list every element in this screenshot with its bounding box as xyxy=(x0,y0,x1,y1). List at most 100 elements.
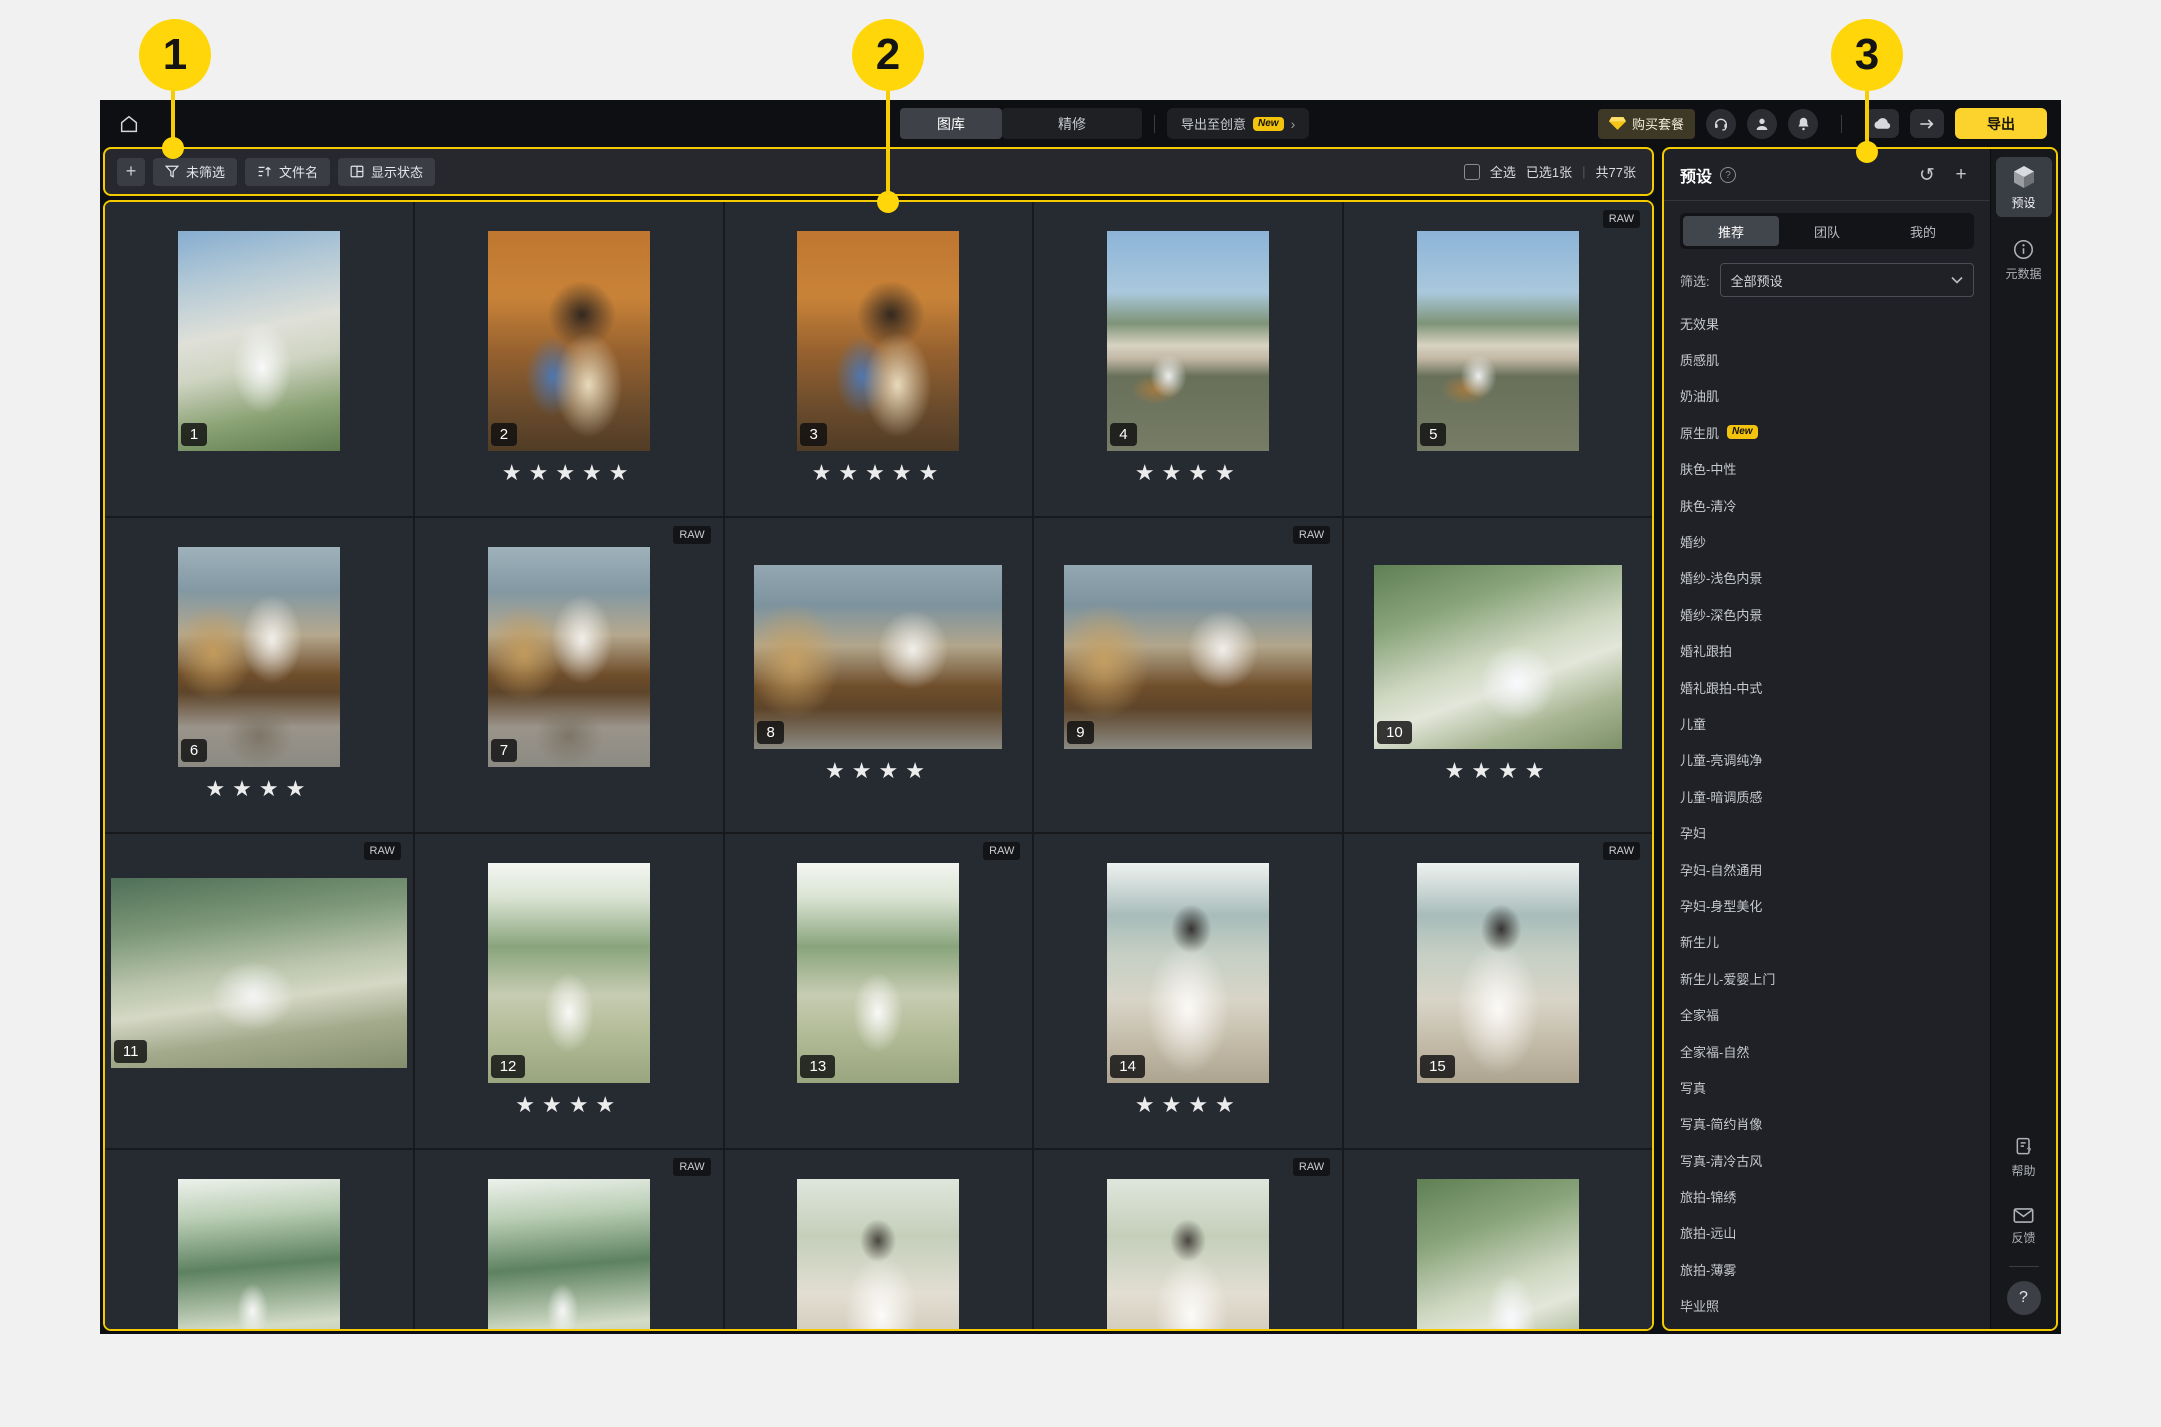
photo-cell-19[interactable]: RAW19 xyxy=(1034,1150,1342,1331)
photo-cell-12[interactable]: 12 ★★★★ xyxy=(415,834,723,1148)
photo-cell-13[interactable]: RAW13 xyxy=(725,834,1033,1148)
photo-cell-2[interactable]: 2 ★★★★★ xyxy=(415,202,723,516)
preset-item[interactable]: 儿童-暗调质感 xyxy=(1680,778,1974,814)
photo-cell-7[interactable]: RAW7 xyxy=(415,518,723,832)
photo-thumbnail-5[interactable]: 5 xyxy=(1417,231,1579,451)
photo-thumbnail-8[interactable]: 8 xyxy=(754,565,1002,749)
photo-thumbnail-14[interactable]: 14 xyxy=(1107,863,1269,1083)
photo-cell-5[interactable]: RAW5 xyxy=(1344,202,1652,516)
star-rating[interactable]: ★★★★ xyxy=(1135,1092,1242,1120)
preset-item[interactable]: 孕妇-身型美化 xyxy=(1680,887,1974,923)
preset-item[interactable]: 毕业照 xyxy=(1680,1288,1974,1324)
display-status-button[interactable]: 显示状态 xyxy=(338,158,435,186)
photo-thumbnail-6[interactable]: 6 xyxy=(178,547,340,767)
preset-item[interactable]: 写真-简约肖像 xyxy=(1680,1106,1974,1142)
photo-cell-17[interactable]: RAW17 xyxy=(415,1150,723,1331)
photo-cell-6[interactable]: 6 ★★★★ xyxy=(105,518,413,832)
photo-thumbnail-13[interactable]: 13 xyxy=(797,863,959,1083)
presets-tab-team[interactable]: 团队 xyxy=(1779,216,1875,246)
photo-cell-10[interactable]: 10 ★★★★ xyxy=(1344,518,1652,832)
preset-item[interactable]: 婚纱-浅色内景 xyxy=(1680,560,1974,596)
photo-cell-4[interactable]: 4 ★★★★ xyxy=(1034,202,1342,516)
star-rating[interactable]: ★★★★ xyxy=(1135,460,1242,488)
account-button[interactable] xyxy=(1747,109,1777,139)
preset-item[interactable]: 婚纱 xyxy=(1680,523,1974,559)
preset-item[interactable]: 写真 xyxy=(1680,1069,1974,1105)
photo-thumbnail-10[interactable]: 10 xyxy=(1374,565,1622,749)
reset-icon[interactable]: ↺ xyxy=(1914,164,1940,187)
preset-item[interactable]: 奶油肌 xyxy=(1680,378,1974,414)
photo-cell-11[interactable]: RAW11 xyxy=(105,834,413,1148)
preset-item[interactable]: 原生肌New xyxy=(1680,414,1974,450)
preset-item[interactable]: 肤色-清冷 xyxy=(1680,487,1974,523)
rail-item-metadata[interactable]: 元数据 xyxy=(1996,231,2052,288)
home-button[interactable] xyxy=(114,109,144,139)
photo-thumbnail-15[interactable]: 15 xyxy=(1417,863,1579,1083)
photo-cell-3[interactable]: 3 ★★★★★ xyxy=(725,202,1033,516)
export-to-creative-button[interactable]: 导出至创意 New › xyxy=(1167,108,1309,139)
preset-item[interactable]: 旅拍-薄雾 xyxy=(1680,1251,1974,1287)
rail-item-presets[interactable]: 预设 xyxy=(1996,157,2052,217)
star-rating[interactable]: ★★★★ xyxy=(515,1092,622,1120)
preset-item[interactable]: 旅拍-远山 xyxy=(1680,1215,1974,1251)
filter-button[interactable]: 未筛选 xyxy=(153,158,237,186)
photo-thumbnail-2[interactable]: 2 xyxy=(488,231,650,451)
preset-item[interactable]: 婚纱-深色内景 xyxy=(1680,596,1974,632)
preset-item[interactable]: 全家福-自然 xyxy=(1680,1033,1974,1069)
notifications-button[interactable] xyxy=(1788,109,1818,139)
preset-filter-select[interactable]: 全部预设 xyxy=(1720,263,1974,297)
photo-cell-9[interactable]: RAW9 xyxy=(1034,518,1342,832)
presets-tab-mine[interactable]: 我的 xyxy=(1875,216,1971,246)
cloud-sync-button[interactable] xyxy=(1865,109,1899,138)
preset-item[interactable]: 孕妇 xyxy=(1680,814,1974,850)
photo-cell-14[interactable]: 14 ★★★★ xyxy=(1034,834,1342,1148)
star-rating[interactable]: ★★★★ xyxy=(825,758,932,786)
photo-thumbnail-11[interactable]: 11 xyxy=(111,878,407,1068)
photo-thumbnail-3[interactable]: 3 xyxy=(797,231,959,451)
preset-item[interactable]: 婚礼跟拍 xyxy=(1680,633,1974,669)
preset-item[interactable]: 孕妇-自然通用 xyxy=(1680,851,1974,887)
support-button[interactable] xyxy=(1706,109,1736,139)
help-circle-icon[interactable]: ? xyxy=(1720,167,1736,183)
photo-thumbnail-19[interactable]: 19 xyxy=(1107,1179,1269,1332)
photo-thumbnail-1[interactable]: 1 xyxy=(178,231,340,451)
add-preset-icon[interactable]: + xyxy=(1948,164,1974,186)
photo-thumbnail-4[interactable]: 4 xyxy=(1107,231,1269,451)
rail-item-help[interactable]: ? 帮助 xyxy=(1996,1129,2052,1185)
preset-item[interactable]: 全家福 xyxy=(1680,996,1974,1032)
preset-item[interactable]: 写真-清冷古风 xyxy=(1680,1142,1974,1178)
presets-tab-recommended[interactable]: 推荐 xyxy=(1683,216,1779,246)
star-rating[interactable]: ★★★★ xyxy=(205,776,312,804)
star-rating[interactable]: ★★★★ xyxy=(1445,758,1552,786)
preset-item[interactable]: 证件照 xyxy=(1680,1324,1974,1329)
export-button[interactable]: 导出 xyxy=(1955,108,2047,139)
photo-thumbnail-7[interactable]: 7 xyxy=(488,547,650,767)
select-all-label[interactable]: 全选 xyxy=(1490,162,1516,181)
photo-cell-1[interactable]: 1 xyxy=(105,202,413,516)
star-rating[interactable]: ★★★★★ xyxy=(812,460,946,488)
photo-thumbnail-9[interactable]: 9 xyxy=(1064,565,1312,749)
rail-item-feedback[interactable]: 反馈 xyxy=(1996,1199,2052,1252)
star-rating[interactable]: ★★★★★ xyxy=(502,460,636,488)
preset-item[interactable]: 新生儿 xyxy=(1680,924,1974,960)
photo-cell-8[interactable]: 8 ★★★★ xyxy=(725,518,1033,832)
preset-item[interactable]: 旅拍-锦绣 xyxy=(1680,1178,1974,1214)
preset-item[interactable]: 肤色-中性 xyxy=(1680,451,1974,487)
photo-cell-15[interactable]: RAW15 xyxy=(1344,834,1652,1148)
sort-by-filename-button[interactable]: 文件名 xyxy=(245,158,330,186)
photo-cell-18[interactable]: 18 xyxy=(725,1150,1033,1331)
photo-thumbnail-12[interactable]: 12 xyxy=(488,863,650,1083)
share-export-button[interactable] xyxy=(1910,109,1944,138)
photo-thumbnail-17[interactable]: 17 xyxy=(488,1179,650,1332)
preset-item[interactable]: 儿童 xyxy=(1680,705,1974,741)
preset-item[interactable]: 儿童-亮调纯净 xyxy=(1680,742,1974,778)
photo-cell-16[interactable]: 16 xyxy=(105,1150,413,1331)
tab-retouch[interactable]: 精修 xyxy=(1002,108,1142,139)
tab-gallery[interactable]: 图库 xyxy=(900,108,1002,139)
photo-cell-20[interactable]: 20 xyxy=(1344,1150,1652,1331)
buy-plan-button[interactable]: 购买套餐 xyxy=(1598,109,1695,139)
preset-item[interactable]: 质感肌 xyxy=(1680,341,1974,377)
add-button[interactable]: + xyxy=(117,158,145,186)
preset-item[interactable]: 婚礼跟拍-中式 xyxy=(1680,669,1974,705)
help-fab[interactable]: ? xyxy=(2007,1281,2041,1315)
